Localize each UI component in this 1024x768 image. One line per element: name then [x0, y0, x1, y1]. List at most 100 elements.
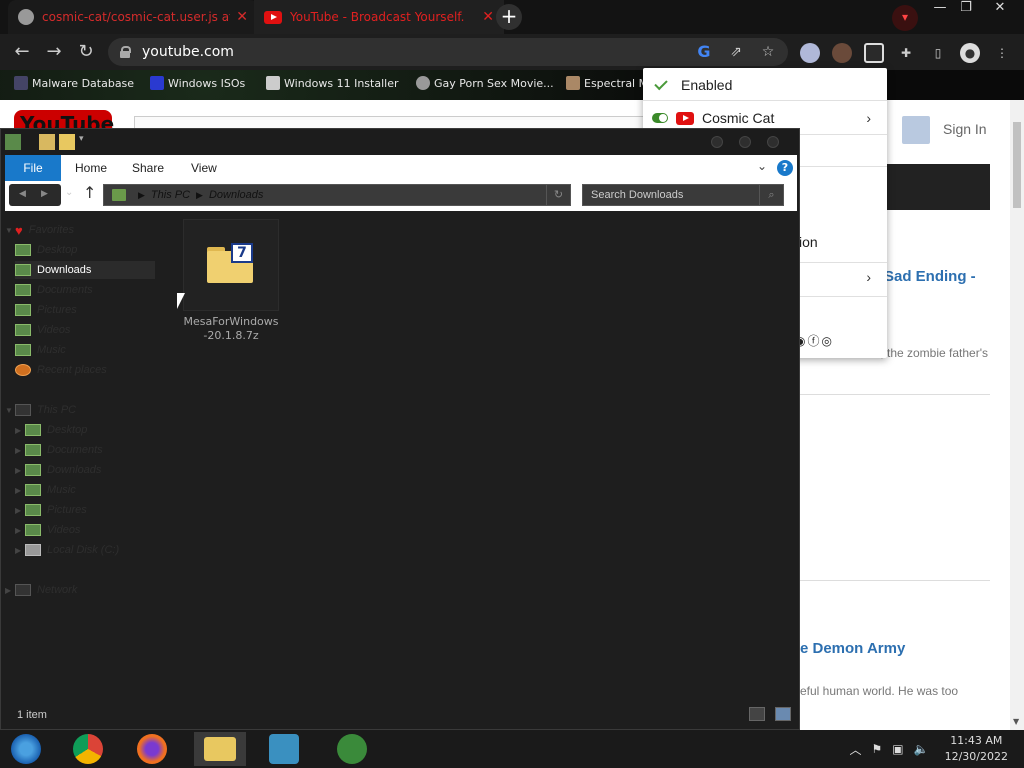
address-bar[interactable]: youtube.com G ⇗ ☆: [108, 38, 788, 66]
reload-icon[interactable]: ↻: [74, 40, 98, 64]
expand-ribbon-icon[interactable]: ⌄: [757, 159, 767, 173]
nav-pc-videos[interactable]: ▶ Videos: [15, 521, 80, 539]
nav-fav-documents[interactable]: Documents: [15, 281, 93, 299]
chevron-right-icon[interactable]: ▶: [5, 586, 15, 595]
scroll-down-arrow-icon[interactable]: ▼: [1013, 717, 1019, 726]
sign-in-link[interactable]: Sign In: [943, 121, 987, 137]
nav-fav-desktop[interactable]: Desktop: [15, 241, 77, 259]
google-lens-icon[interactable]: G: [692, 40, 716, 64]
breadcrumb[interactable]: ▶ This PC ▶ Downloads ↻: [103, 184, 571, 206]
tab-youtube[interactable]: YouTube - Broadcast Yourself. ✕: [254, 0, 504, 34]
close-window-button[interactable]: ✕: [984, 0, 1016, 18]
video-title[interactable]: Sad Ending -: [884, 268, 976, 285]
file-name[interactable]: MesaForWindows-20.1.8.7z: [183, 315, 279, 343]
extension-tampermonkey-icon[interactable]: [864, 43, 884, 63]
chevron-right-icon[interactable]: ▶: [15, 426, 25, 435]
minimize-button[interactable]: [711, 136, 723, 148]
close-tab-icon[interactable]: ✕: [482, 9, 494, 25]
nav-fav-videos[interactable]: Videos: [15, 321, 70, 339]
extension-flag-icon[interactable]: [800, 43, 820, 63]
tab-share[interactable]: Share: [132, 155, 164, 181]
taskbar-chrome[interactable]: [62, 732, 114, 766]
tab-github-cosmic-cat[interactable]: cosmic-cat/cosmic-cat.user.js at ✕: [8, 0, 258, 34]
maximize-button[interactable]: [739, 136, 751, 148]
close-tab-icon[interactable]: ✕: [236, 9, 248, 25]
taskbar-file-explorer[interactable]: [194, 732, 246, 766]
tab-view[interactable]: View: [191, 155, 217, 181]
new-tab-button[interactable]: +: [496, 4, 522, 30]
taskbar-game[interactable]: [326, 732, 378, 766]
large-icons-view-icon[interactable]: [775, 707, 791, 721]
show-hidden-icons-icon[interactable]: ︿: [850, 741, 862, 758]
nav-network[interactable]: ▶ Network: [5, 581, 77, 599]
7z-archive-icon[interactable]: 7: [207, 243, 253, 283]
chevron-right-icon[interactable]: ▶: [15, 486, 25, 495]
bookmark-espectral[interactable]: Espectral M: [566, 76, 648, 90]
bookmark-star-icon[interactable]: ☆: [756, 40, 780, 64]
profile-icon[interactable]: ●: [960, 43, 980, 63]
explorer-title-bar[interactable]: ▾: [1, 129, 799, 155]
bookmark-windows-11-installer[interactable]: Windows 11 Installer: [266, 76, 399, 90]
nav-fav-downloads[interactable]: Downloads: [15, 261, 155, 279]
details-view-icon[interactable]: [749, 707, 766, 721]
puzzle-icon[interactable]: ✚: [896, 43, 916, 63]
menu-item-enabled[interactable]: Enabled: [643, 70, 887, 100]
social-links[interactable]: ◉ⓕ◎: [795, 332, 834, 349]
nav-fav-music[interactable]: Music: [15, 341, 66, 359]
bookmark-malware-database[interactable]: Malware Database: [14, 76, 134, 90]
tab-search-button[interactable]: ▾: [892, 5, 918, 31]
kebab-menu-icon[interactable]: ⋮: [992, 43, 1012, 63]
network-icon[interactable]: ▣: [892, 742, 903, 756]
nav-this-pc[interactable]: ▼ This PC: [5, 401, 76, 419]
up-arrow-icon[interactable]: ↑: [83, 183, 96, 202]
share-icon[interactable]: ⇗: [724, 40, 748, 64]
nav-pc-desktop[interactable]: ▶ Desktop: [15, 421, 87, 439]
taskbar-network-app[interactable]: [258, 732, 310, 766]
nav-fav-recent-places[interactable]: Recent places: [15, 361, 107, 379]
flag-icon[interactable]: ⚑: [872, 742, 883, 756]
chevron-down-icon[interactable]: ▼: [5, 406, 15, 415]
nav-fav-pictures[interactable]: Pictures: [15, 301, 77, 319]
chevron-right-icon[interactable]: ▶: [15, 506, 25, 515]
breadcrumb-downloads[interactable]: Downloads: [209, 189, 263, 201]
start-button[interactable]: [0, 732, 52, 766]
search-icon[interactable]: ⌕: [759, 185, 783, 205]
forward-arrow-icon[interactable]: →: [42, 40, 66, 64]
help-icon[interactable]: ?: [777, 160, 793, 176]
nav-favorites[interactable]: ▼ ♥ Favorites: [5, 221, 74, 239]
nav-pc-pictures[interactable]: ▶ Pictures: [15, 501, 87, 519]
bookmark-windows-isos[interactable]: Windows ISOs: [150, 76, 245, 90]
chevron-right-icon[interactable]: ▶: [138, 190, 145, 201]
chevron-right-icon[interactable]: ▶: [15, 526, 25, 535]
restore-button[interactable]: ❐: [950, 0, 982, 18]
chevron-right-icon[interactable]: ▶: [15, 546, 25, 555]
nav-pc-local-disk[interactable]: ▶ Local Disk (C:): [15, 541, 119, 559]
video-title[interactable]: e Demon Army: [800, 640, 905, 657]
breadcrumb-this-pc[interactable]: This PC: [151, 189, 190, 201]
avatar[interactable]: [902, 116, 930, 144]
chevron-right-icon[interactable]: ▶: [15, 446, 25, 455]
tab-home[interactable]: Home: [75, 155, 107, 181]
menu-item-partial[interactable]: ion: [799, 234, 818, 250]
taskbar-firefox[interactable]: [126, 732, 178, 766]
bookmark-movie[interactable]: Gay Porn Sex Movie...: [416, 76, 554, 90]
volume-icon[interactable]: 🔈: [914, 742, 929, 756]
tab-file[interactable]: File: [5, 155, 61, 181]
new-folder-icon[interactable]: [59, 134, 75, 150]
side-panel-icon[interactable]: ▯: [928, 43, 948, 63]
refresh-icon[interactable]: ↻: [546, 185, 570, 205]
extension-avatar-icon[interactable]: [832, 43, 852, 63]
back-arrow-icon[interactable]: ◀: [19, 189, 26, 199]
customize-quick-access-icon[interactable]: ▾: [79, 134, 95, 150]
clock[interactable]: 11:43 AM 12/30/2022: [945, 733, 1008, 765]
chevron-right-icon[interactable]: ▶: [15, 466, 25, 475]
toggle-switch[interactable]: [652, 113, 668, 123]
nav-pc-downloads[interactable]: ▶ Downloads: [15, 461, 101, 479]
nav-pc-music[interactable]: ▶ Music: [15, 481, 76, 499]
chevron-down-icon[interactable]: ▼: [5, 226, 15, 235]
chevron-right-icon[interactable]: ▶: [196, 190, 203, 201]
search-input[interactable]: Search Downloads ⌕: [582, 184, 784, 206]
close-button[interactable]: [767, 136, 779, 148]
forward-arrow-icon[interactable]: ▶: [41, 189, 48, 199]
back-arrow-icon[interactable]: ←: [10, 40, 34, 64]
